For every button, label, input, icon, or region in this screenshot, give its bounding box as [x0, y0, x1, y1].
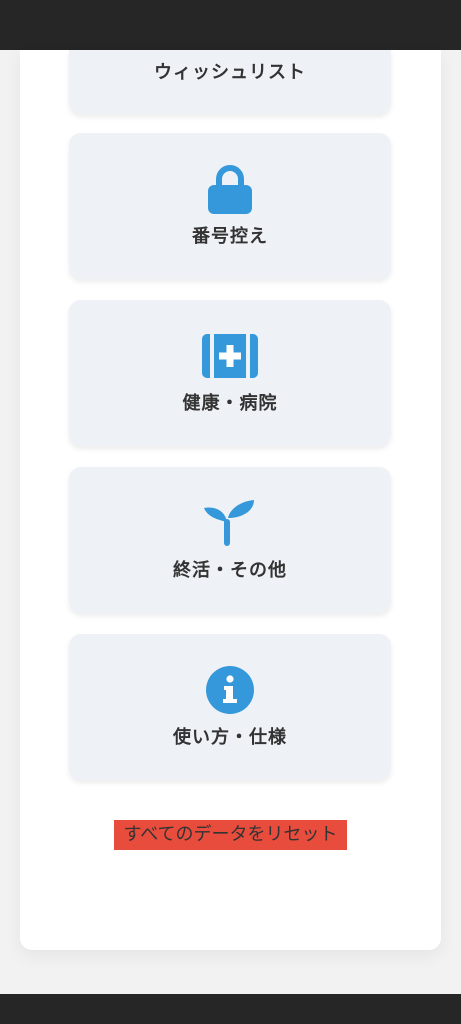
- seedling-icon: [200, 498, 260, 548]
- medical-kit-icon: [200, 331, 260, 381]
- menu-tile-label: 終活・その他: [173, 560, 287, 581]
- menu-tile-label: ウィッシュリスト: [154, 62, 306, 83]
- lock-icon: [200, 164, 260, 214]
- menu-tile-wishlist[interactable]: ウィッシュリスト: [69, 50, 391, 114]
- status-bar: [0, 0, 461, 50]
- menu-tile-health[interactable]: 健康・病院: [69, 300, 391, 446]
- reset-all-data-button[interactable]: すべてのデータをリセット: [114, 820, 347, 850]
- menu-tile-label: 使い方・仕様: [173, 727, 287, 748]
- info-icon: [200, 665, 260, 715]
- menu-tile-endlife[interactable]: 終活・その他: [69, 467, 391, 613]
- menu-tile-numbers[interactable]: 番号控え: [69, 133, 391, 279]
- navigation-bar: [0, 994, 461, 1024]
- menu-tile-label: 健康・病院: [182, 393, 278, 414]
- menu-tile-label: 番号控え: [192, 226, 268, 247]
- menu-tile-howto[interactable]: 使い方・仕様: [69, 634, 391, 780]
